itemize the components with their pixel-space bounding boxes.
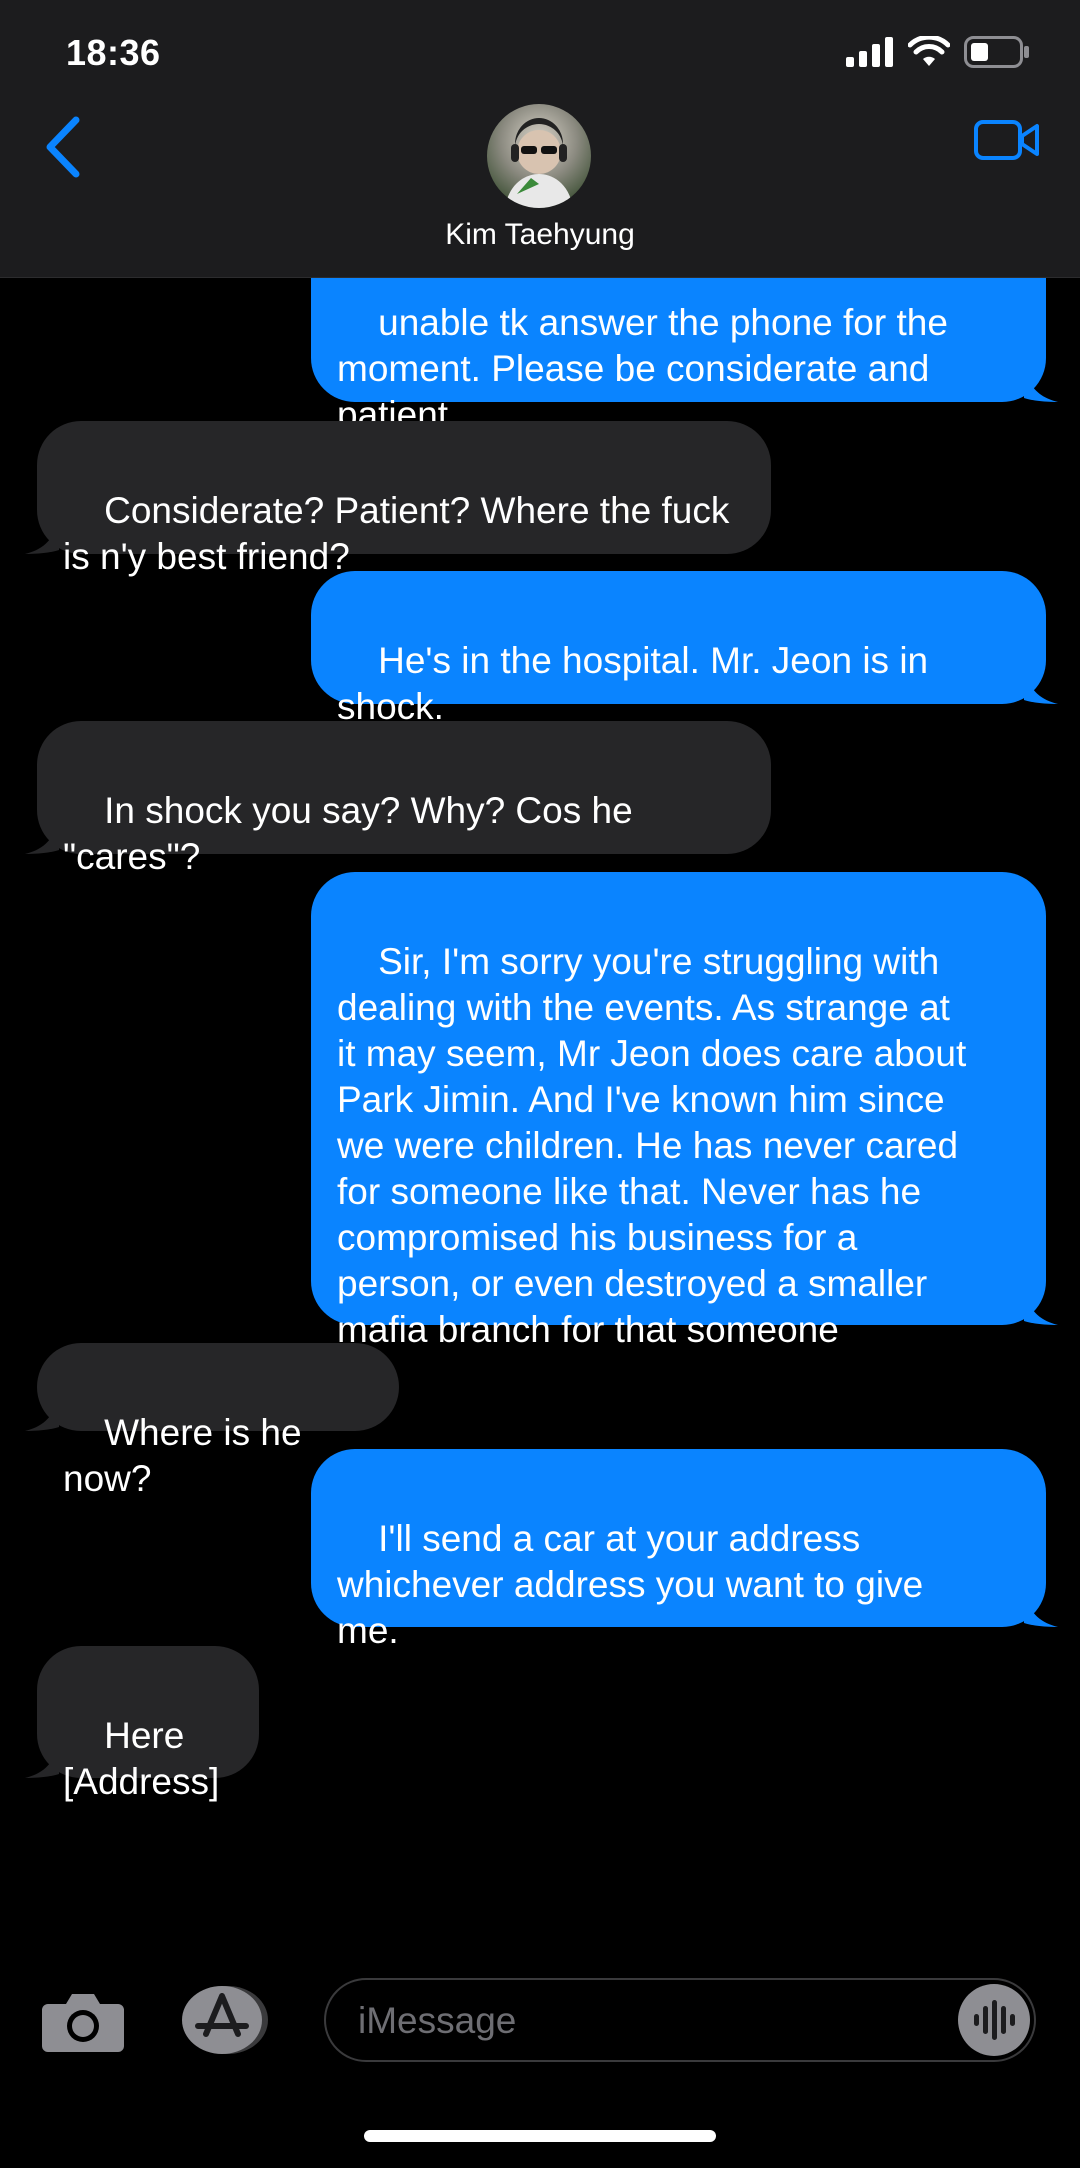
message-bubble-received[interactable]: Considerate? Patient? Where the fuck is …: [25, 421, 771, 577]
message-bubble-sent[interactable]: He's in the hospital. Mr. Jeon is in sho…: [311, 571, 1058, 727]
imessage-input[interactable]: iMessage: [324, 1978, 1036, 2062]
message-text: In shock you say? Why? Cos he "cares"?: [63, 790, 633, 877]
message-text: He's in the hospital. Mr. Jeon is in sho…: [337, 640, 929, 727]
wifi-icon: [908, 36, 950, 66]
bubble-tail: [1024, 368, 1058, 402]
battery-icon: [964, 36, 1029, 68]
message-text: I'll send a car at your address whicheve…: [337, 1518, 924, 1651]
message-bubble-received[interactable]: Where is he now?: [25, 1343, 399, 1499]
status-icons: [846, 36, 1030, 68]
message-bubble-sent[interactable]: Sir, I'm sorry you're struggling with de…: [311, 872, 1058, 1350]
cellular-signal-icon: [846, 37, 893, 67]
bubble-tail: [25, 1397, 59, 1431]
bubble-tail: [1024, 670, 1058, 704]
audio-message-button[interactable]: [958, 1984, 1030, 2056]
home-indicator[interactable]: [364, 2130, 716, 2142]
camera-icon[interactable]: [42, 1990, 124, 2052]
app-store-icon[interactable]: [176, 1984, 272, 2056]
contact-avatar[interactable]: [487, 104, 591, 208]
bubble-tail: [25, 820, 59, 854]
bubble-tail: [25, 520, 59, 554]
status-time: 18:36: [66, 32, 161, 73]
message-text: Where is he now?: [63, 1412, 312, 1499]
message-text: unable tk answer the phone for the momen…: [337, 302, 948, 435]
message-text: Considerate? Patient? Where the fuck is …: [63, 490, 730, 577]
avatar-image: [505, 118, 573, 208]
waveform-icon: [974, 2000, 1015, 2040]
bubble-tail: [25, 1744, 59, 1778]
back-chevron-icon[interactable]: [38, 112, 88, 182]
message-bubble-sent[interactable]: I'll send a car at your address whicheve…: [311, 1449, 1058, 1651]
message-thread[interactable]: unable tk answer the phone for the momen…: [0, 0, 1080, 1960]
message-bubble-received[interactable]: Here [Address]: [25, 1646, 259, 1802]
conversation-header: 18:36 Kim Taehyung: [0, 0, 1080, 278]
message-text: Sir, I'm sorry you're struggling with de…: [337, 941, 967, 1350]
bubble-tail: [1024, 1593, 1058, 1627]
message-bubble-received[interactable]: In shock you say? Why? Cos he "cares"?: [25, 721, 771, 877]
video-call-icon[interactable]: [974, 118, 1040, 162]
contact-name[interactable]: Kim Taehyung: [0, 218, 1080, 252]
input-placeholder: iMessage: [358, 2000, 517, 2041]
message-text: Here [Address]: [63, 1715, 220, 1802]
bubble-tail: [1024, 1291, 1058, 1325]
